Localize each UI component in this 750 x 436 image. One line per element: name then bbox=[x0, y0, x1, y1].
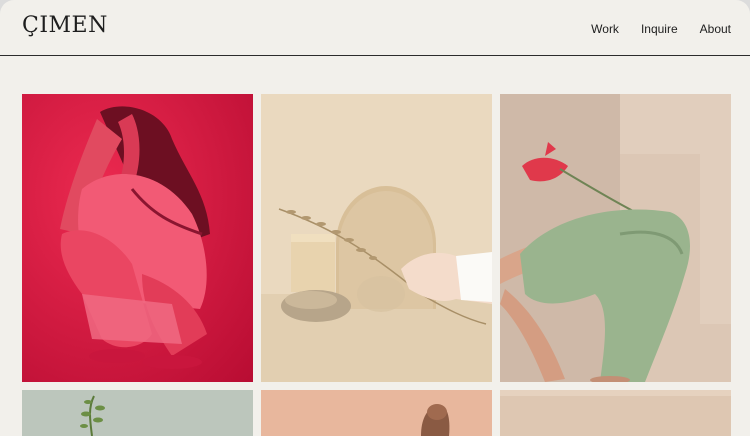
photo-woman-with-anthurium bbox=[500, 94, 731, 382]
nav-link-inquire[interactable]: Inquire bbox=[641, 22, 678, 36]
gallery-item-6[interactable] bbox=[500, 390, 731, 436]
gallery-item-3[interactable] bbox=[500, 94, 731, 382]
gallery-item-4[interactable] bbox=[22, 390, 253, 436]
gallery-item-5[interactable] bbox=[261, 390, 492, 436]
photo-woman-crouching-red bbox=[22, 94, 253, 382]
browser-window: ÇIMEN Work Inquire About bbox=[0, 0, 750, 436]
photo-peach-portrait bbox=[261, 390, 492, 436]
gallery-item-1[interactable] bbox=[22, 94, 253, 382]
gallery-item-2[interactable] bbox=[261, 94, 492, 382]
main-nav: Work Inquire About bbox=[569, 22, 731, 36]
photo-dried-grass-still-life bbox=[261, 94, 492, 382]
site-logo[interactable]: ÇIMEN bbox=[22, 13, 108, 38]
photo-plant-sprig-grey bbox=[22, 390, 253, 436]
site-header: ÇIMEN Work Inquire About bbox=[0, 0, 750, 56]
nav-link-work[interactable]: Work bbox=[591, 22, 619, 36]
nav-link-about[interactable]: About bbox=[700, 22, 731, 36]
photo-beige-backdrop bbox=[500, 390, 731, 436]
